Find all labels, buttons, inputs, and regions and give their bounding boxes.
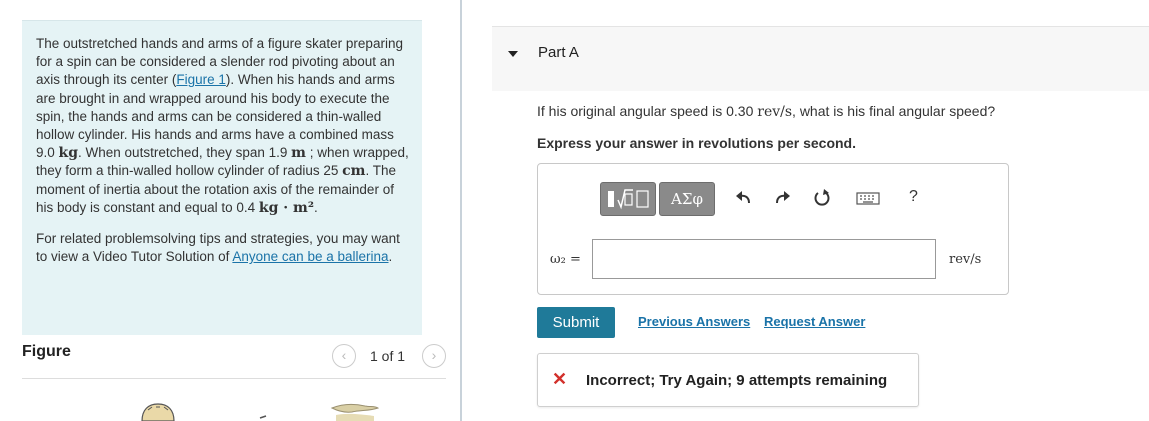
unit-m: m xyxy=(291,145,306,162)
x-icon: ✕ xyxy=(552,369,568,389)
variable-label: ω₂ = xyxy=(550,252,581,267)
figure-counter: 1 of 1 xyxy=(370,348,406,364)
chevron-right-icon[interactable]: › xyxy=(422,344,446,368)
pane-divider[interactable] xyxy=(460,0,462,421)
answer-input[interactable] xyxy=(592,239,936,279)
figure-header: Figure ‹ 1 of 1 › xyxy=(22,338,446,379)
answer-box: ΑΣφ ? ω₂ = rev/s xyxy=(537,163,1009,295)
keyboard-icon[interactable] xyxy=(856,188,880,208)
caret-down-icon[interactable] xyxy=(508,51,518,57)
answer-unit: rev/s xyxy=(949,252,982,267)
problem-paragraph-2: For related problemsolving tips and stra… xyxy=(36,230,410,266)
templates-icon[interactable] xyxy=(600,182,656,216)
video-tutor-link[interactable]: Anyone can be a ballerina xyxy=(232,249,388,264)
problem-text: . xyxy=(313,199,318,215)
answer-instruction: Express your answer in revolutions per s… xyxy=(537,135,856,151)
unit-kg-m2: kg · m² xyxy=(258,199,314,216)
tip-text-end: . xyxy=(388,249,393,265)
unit-cm: cm xyxy=(342,163,366,180)
chevron-left-icon[interactable]: ‹ xyxy=(332,344,356,368)
feedback-box: ✕ Incorrect; Try Again; 9 attempts remai… xyxy=(537,353,919,407)
redo-icon[interactable] xyxy=(772,188,792,208)
question-prefix: If his original angular speed is 0.30 xyxy=(537,103,758,119)
previous-answers-link[interactable]: Previous Answers xyxy=(638,314,750,329)
unit-kg: kg xyxy=(58,145,79,162)
part-header[interactable]: Part A xyxy=(492,26,1149,91)
problem-paragraph-1: The outstretched hands and arms of a fig… xyxy=(36,35,410,217)
part-title: Part A xyxy=(538,44,579,61)
figure-image xyxy=(120,398,390,421)
problem-text: . When outstretched, they span 1.9 xyxy=(78,145,292,161)
feedback-text: Incorrect; Try Again; 9 attempts remaini… xyxy=(586,372,888,389)
request-answer-link[interactable]: Request Answer xyxy=(764,314,865,329)
question-unit: rev/s xyxy=(757,104,793,120)
submit-button[interactable]: Submit xyxy=(537,307,615,338)
left-pane: The outstretched hands and arms of a fig… xyxy=(0,0,455,421)
greek-symbols-button[interactable]: ΑΣφ xyxy=(659,182,715,216)
figure-link[interactable]: Figure 1 xyxy=(176,72,226,87)
undo-icon[interactable] xyxy=(734,188,754,208)
figure-title: Figure xyxy=(22,343,71,360)
question-suffix: , what is his final angular speed? xyxy=(792,103,996,119)
question-text: If his original angular speed is 0.30 re… xyxy=(537,103,995,120)
problem-statement: The outstretched hands and arms of a fig… xyxy=(22,20,422,335)
reset-icon[interactable] xyxy=(812,188,832,208)
help-icon[interactable]: ? xyxy=(909,188,918,206)
